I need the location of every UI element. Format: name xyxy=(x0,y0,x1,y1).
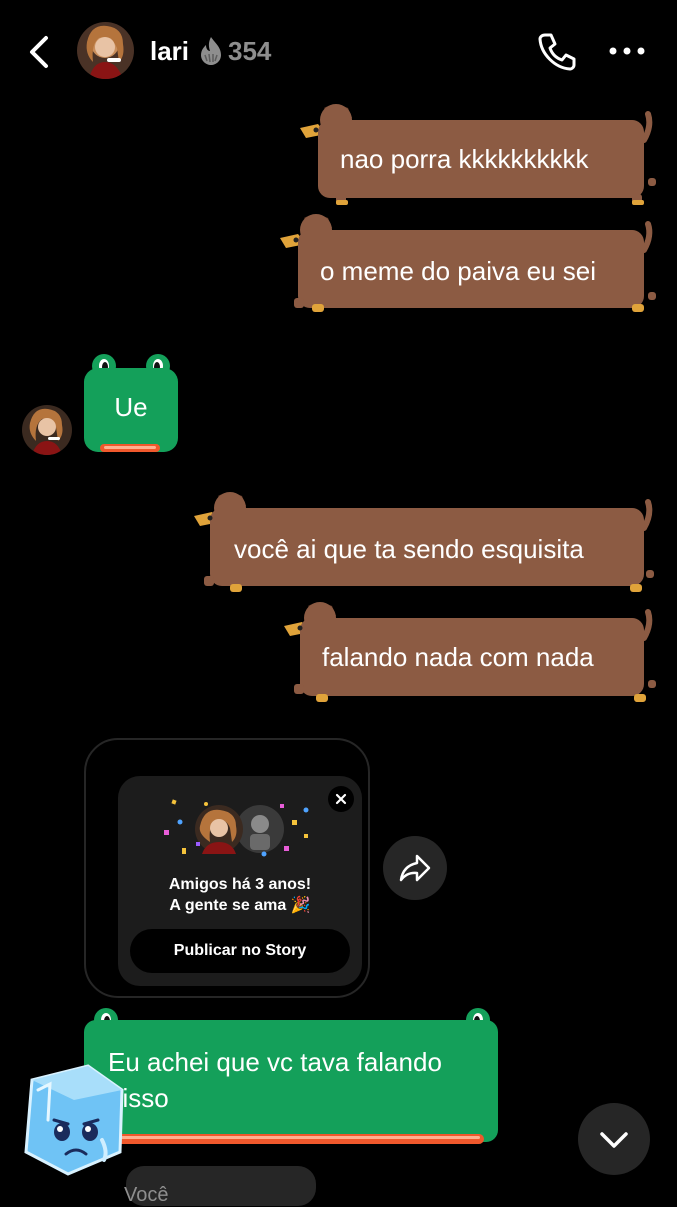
message-text: Eu achei que vc tava falando disso xyxy=(108,1047,442,1113)
close-button[interactable] xyxy=(328,786,354,812)
close-icon xyxy=(335,793,347,805)
next-message-text: Você xyxy=(124,1184,169,1206)
message-text: você ai que ta sendo esquisita xyxy=(234,534,584,564)
more-options-button[interactable] xyxy=(604,36,650,66)
message-bubble-outgoing[interactable]: nao porra kkkkkkkkkk xyxy=(296,100,658,210)
reaction-sticker[interactable] xyxy=(18,1060,130,1180)
publish-story-button[interactable]: Publicar no Story xyxy=(130,929,350,973)
sad-ice-cube-icon xyxy=(24,1064,124,1176)
card-title-line1: Amigos há 3 anos! xyxy=(168,876,312,893)
chat-username[interactable]: lari xyxy=(150,36,189,67)
share-button[interactable] xyxy=(383,836,447,900)
message-text: Ue xyxy=(114,392,148,422)
streak-count: 354 xyxy=(228,36,272,66)
scroll-to-bottom-button[interactable] xyxy=(578,1103,650,1175)
card-title-line2: A gente se ama 🎉 xyxy=(169,897,311,914)
friendship-card-title: Amigos há 3 anos! A gente se ama 🎉 xyxy=(118,874,362,916)
phone-icon xyxy=(538,33,576,71)
message-bubble-outgoing[interactable]: você ai que ta sendo esquisita xyxy=(190,488,658,598)
more-horizontal-icon xyxy=(609,47,645,55)
sender-avatar[interactable] xyxy=(22,405,72,455)
avatar[interactable] xyxy=(77,22,134,79)
share-icon xyxy=(399,854,431,882)
message-bubble-outgoing[interactable]: falando nada com nada xyxy=(280,598,658,708)
message-bubble-outgoing[interactable]: o meme do paiva eu sei xyxy=(276,210,658,320)
back-button[interactable] xyxy=(22,32,58,72)
message-text: falando nada com nada xyxy=(322,642,594,672)
message-text: o meme do paiva eu sei xyxy=(320,256,597,286)
confetti-decoration xyxy=(164,799,309,857)
chat-header: lari 354 xyxy=(0,0,677,100)
message-text: nao porra kkkkkkkkkk xyxy=(340,144,589,174)
call-button[interactable] xyxy=(536,30,578,72)
chevron-down-icon xyxy=(600,1132,628,1148)
chevron-left-icon xyxy=(30,36,48,68)
flame-icon xyxy=(197,35,225,67)
